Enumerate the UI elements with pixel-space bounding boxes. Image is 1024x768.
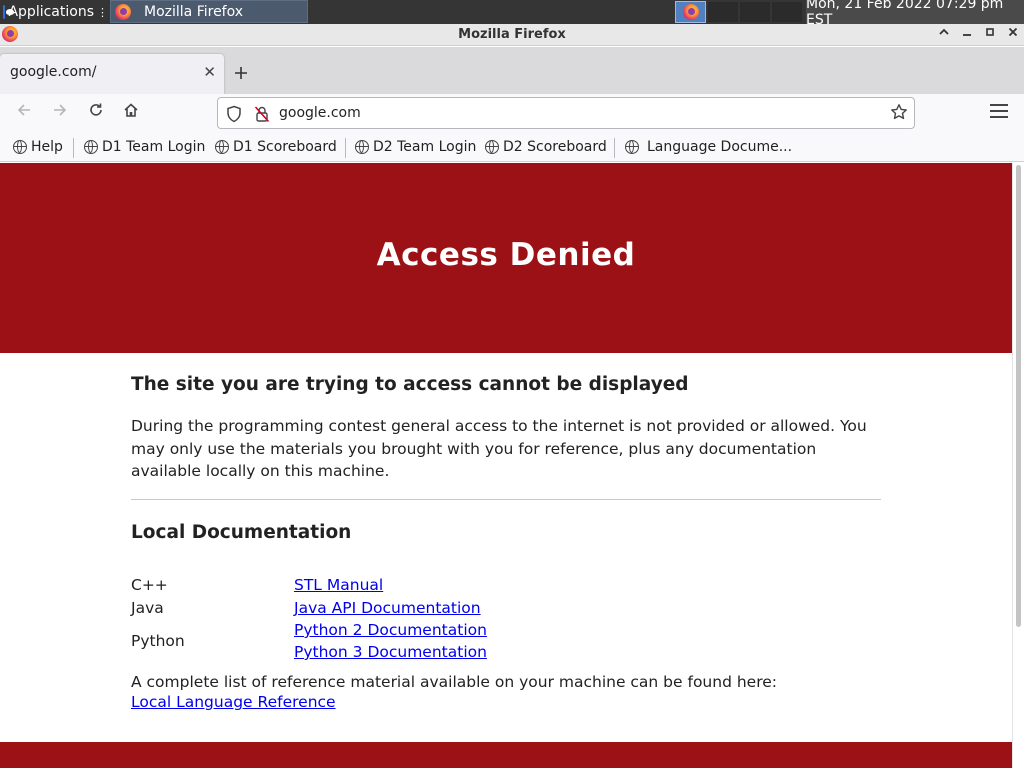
window-shade-button[interactable] (935, 26, 953, 44)
back-button[interactable] (12, 102, 36, 124)
scrollbar-thumb[interactable] (1016, 165, 1021, 627)
tab-label: google.com/ (10, 64, 97, 80)
globe-icon (84, 140, 98, 154)
workspace-3-button[interactable] (740, 2, 770, 22)
bookmark-help[interactable]: Help (13, 139, 63, 155)
tracking-protection-shield-icon[interactable] (226, 105, 242, 127)
bookmark-label: D2 Team Login (373, 139, 477, 155)
docs-heading: Local Documentation (131, 522, 352, 543)
window-titlebar: Mozilla Firefox (0, 24, 1024, 46)
maximize-icon (986, 28, 994, 36)
page-content: Access Denied The site you are trying to… (0, 163, 1012, 768)
applications-label: Applications (8, 4, 94, 20)
navigation-toolbar: google.com (0, 94, 1024, 132)
forward-arrow-icon (54, 104, 67, 116)
doc-language: C++ (131, 576, 168, 594)
url-bar[interactable]: google.com (217, 97, 915, 129)
hamburger-menu-icon[interactable] (990, 104, 1008, 122)
bookmark-separator (345, 138, 346, 158)
reload-button[interactable] (84, 102, 108, 124)
globe-icon (485, 140, 499, 154)
doc-row-python: Python Python 2 Documentation Python 3 D… (131, 621, 531, 665)
minimize-icon (963, 34, 971, 36)
stl-manual-link[interactable]: STL Manual (294, 576, 383, 594)
bookmarks-toolbar: Help D1 Team Login D1 Scoreboard D2 Team… (0, 132, 1024, 162)
applications-menu[interactable]: Applications ⋮ (0, 0, 108, 24)
workspace-2-button[interactable] (708, 2, 738, 22)
vertical-scrollbar[interactable] (1012, 163, 1024, 768)
page-heading: The site you are trying to access cannot… (131, 374, 689, 395)
taskbar-window-title: Mozilla Firefox (144, 3, 244, 20)
bookmark-separator (73, 138, 74, 158)
url-text[interactable]: google.com (279, 105, 361, 121)
bookmark-label: Help (31, 139, 63, 155)
globe-icon (13, 140, 27, 154)
local-language-reference-link[interactable]: Local Language Reference (131, 693, 336, 711)
divider (131, 499, 881, 500)
bookmark-label: D2 Scoreboard (503, 139, 607, 155)
firefox-icon (115, 3, 131, 20)
menu-separator-icon: ⋮ (97, 5, 108, 19)
globe-icon (215, 140, 229, 154)
clock[interactable]: Mon, 21 Feb 2022 07:29 pm EST (806, 0, 1024, 28)
desktop-panel: Applications ⋮ Mozilla Firefox Mon, 21 F… (0, 0, 1024, 28)
footer-bar (0, 742, 1012, 768)
java-api-link[interactable]: Java API Documentation (294, 599, 481, 617)
tab-strip: google.com/ ✕ (0, 47, 1024, 95)
workspace-1-button[interactable] (675, 1, 706, 23)
tab-google[interactable]: google.com/ ✕ (0, 54, 224, 95)
chevron-up-icon (939, 28, 949, 35)
xfce-logo-icon (3, 5, 17, 19)
window-minimize-button[interactable] (958, 26, 976, 44)
bookmark-language-documentation[interactable]: Language Docume... (625, 139, 792, 155)
bookmark-label: Language Docume... (647, 139, 793, 155)
bookmark-label: D1 Team Login (102, 139, 206, 155)
workspace-4-button[interactable] (772, 2, 802, 22)
doc-language: Java (131, 599, 164, 617)
firefox-icon (682, 4, 699, 20)
reload-icon (90, 103, 102, 116)
globe-icon (355, 140, 369, 154)
bookmark-d1-team-login[interactable]: D1 Team Login (84, 139, 205, 155)
window-title: Mozilla Firefox (458, 27, 566, 42)
home-icon (124, 103, 138, 117)
bookmark-d2-team-login[interactable]: D2 Team Login (355, 139, 476, 155)
bookmark-star-icon[interactable] (890, 103, 908, 126)
bookmark-separator (614, 138, 615, 158)
window-close-button[interactable] (1004, 26, 1022, 44)
doc-language: Python (131, 632, 185, 650)
globe-icon (625, 140, 639, 154)
plus-icon (235, 67, 247, 79)
new-tab-button[interactable] (234, 61, 248, 85)
intro-paragraph: During the programming contest general a… (131, 417, 867, 480)
close-icon (1008, 27, 1018, 37)
window-maximize-button[interactable] (981, 26, 999, 44)
tab-close-icon[interactable]: ✕ (203, 63, 216, 81)
back-arrow-icon (17, 104, 30, 116)
home-button[interactable] (119, 102, 143, 124)
forward-button[interactable] (48, 102, 72, 124)
banner-title: Access Denied (376, 237, 636, 273)
python2-docs-link[interactable]: Python 2 Documentation (294, 621, 487, 639)
access-denied-banner: Access Denied (0, 163, 1012, 353)
bookmark-d1-scoreboard[interactable]: D1 Scoreboard (215, 139, 337, 155)
bookmark-d2-scoreboard[interactable]: D2 Scoreboard (485, 139, 607, 155)
bookmark-label: D1 Scoreboard (233, 139, 337, 155)
insecure-lock-icon[interactable] (254, 105, 270, 127)
python3-docs-link[interactable]: Python 3 Documentation (294, 643, 487, 661)
taskbar-window-button[interactable]: Mozilla Firefox (110, 0, 308, 23)
complete-list-text: A complete list of reference material av… (131, 673, 777, 691)
